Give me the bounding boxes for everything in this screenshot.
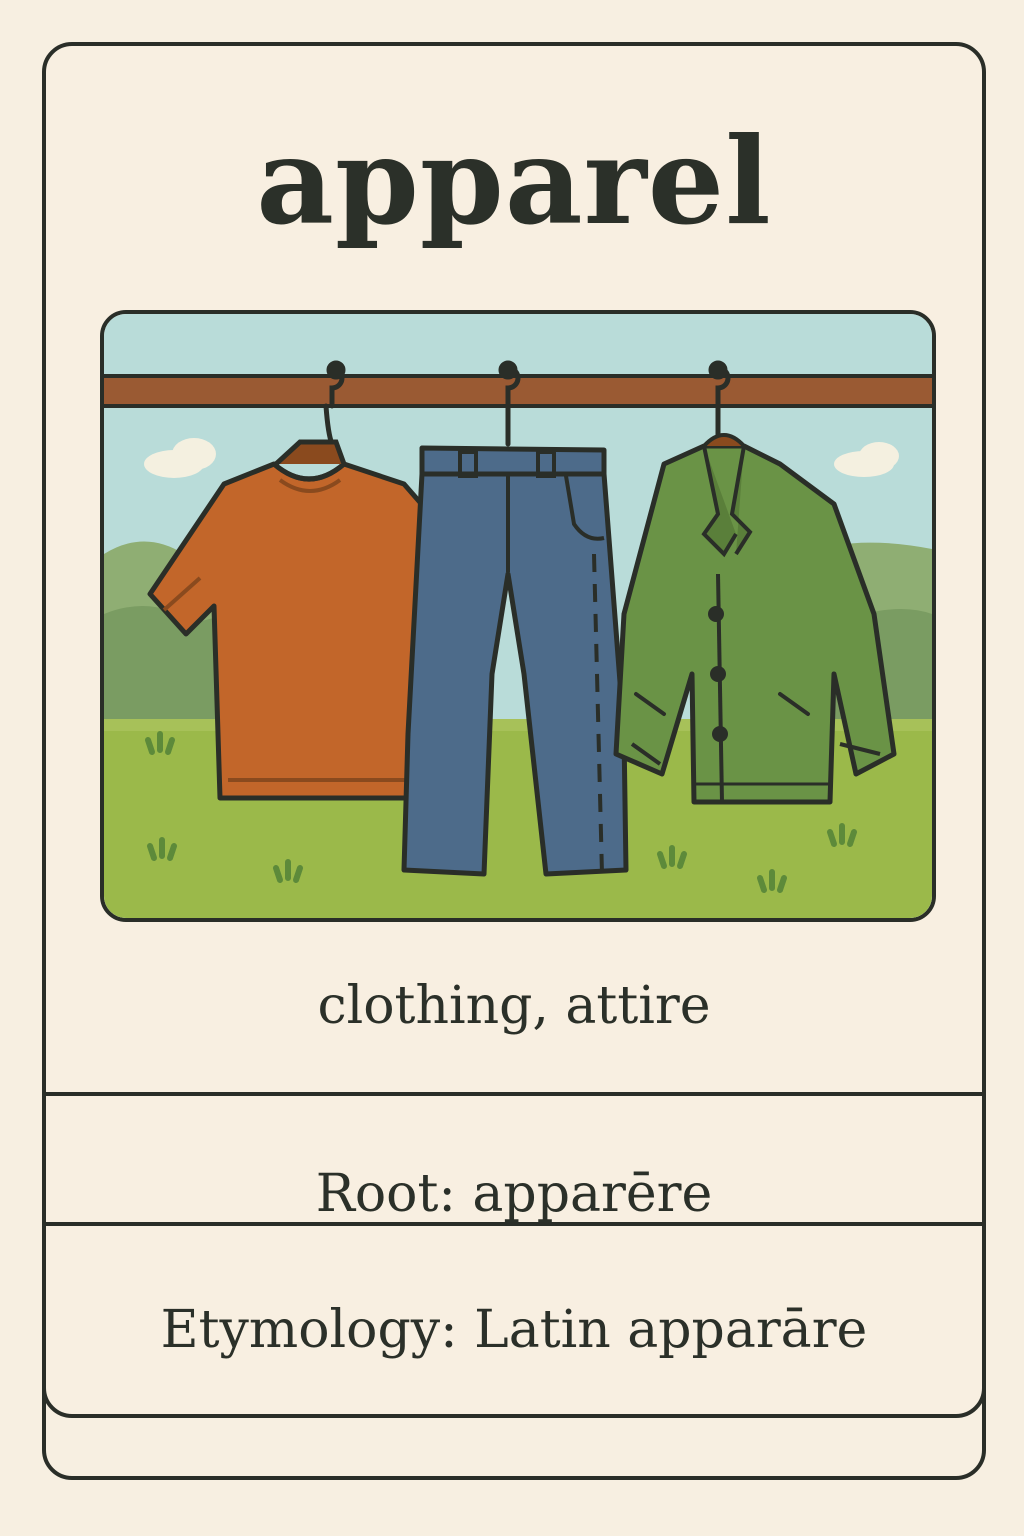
divider-top — [46, 1092, 982, 1096]
clothing-illustration — [100, 310, 936, 922]
divider-middle — [46, 1222, 982, 1226]
card-word: apparel — [256, 111, 772, 252]
card-root: Root: apparēre — [315, 1164, 713, 1224]
card-etymology: Etymology: Latin apparāre — [160, 1300, 868, 1360]
card-definition: clothing, attire — [317, 976, 711, 1036]
vocabulary-card: apparel clothing, attire Root: apparēre … — [42, 42, 986, 1418]
